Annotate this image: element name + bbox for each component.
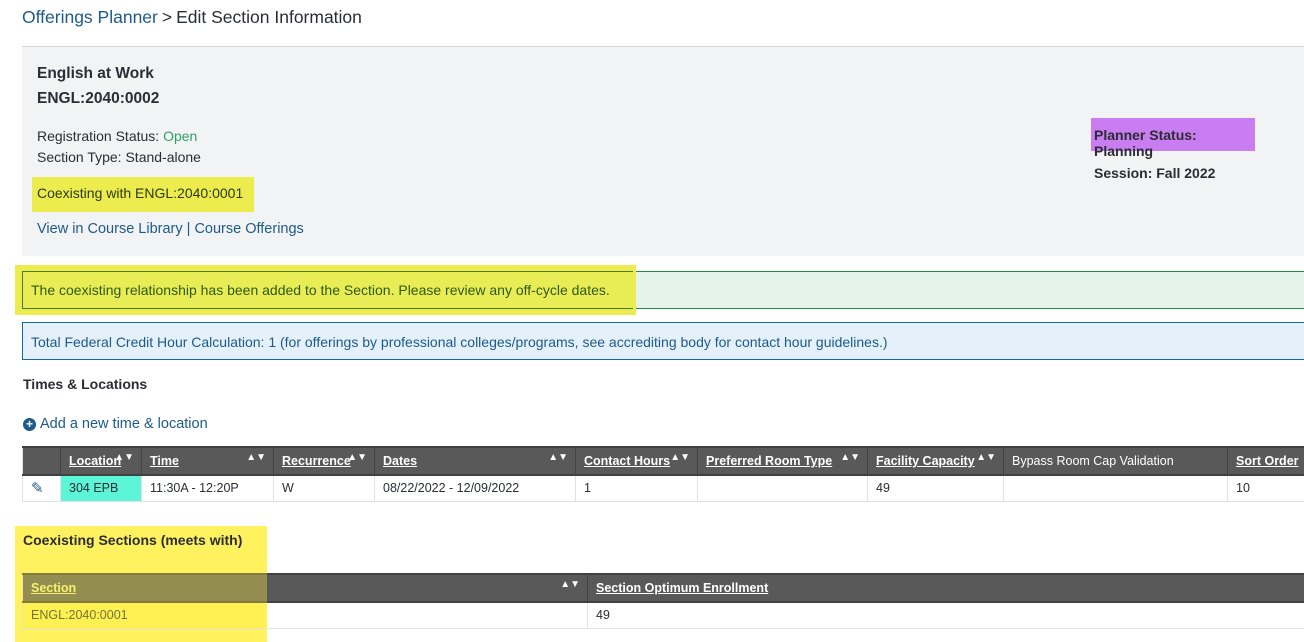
breadcrumb: Offerings Planner > Edit Section Informati…	[22, 7, 362, 28]
view-in-course-library-link[interactable]: View in Course Library	[37, 221, 183, 237]
section-type: Section Type: Stand-alone	[37, 149, 201, 165]
link-separator: |	[186, 221, 191, 237]
edit-column-header	[22, 446, 61, 476]
column-header-recurrence[interactable]: Recurrence ▲▼	[273, 446, 375, 476]
sort-icon: ▲▼	[347, 452, 367, 463]
recurrence-cell: W	[273, 475, 375, 502]
times-locations-heading: Times & Locations	[23, 376, 148, 392]
sort-icon: ▲▼	[114, 452, 134, 463]
column-header-time[interactable]: Time ▲▼	[141, 446, 274, 476]
column-header-sort-order[interactable]: Sort Order	[1227, 446, 1304, 476]
location-cell: 304 EPB	[60, 475, 142, 502]
coexisting-sections-table: Section ▲▼ Section Optimum Enrollment ENG…	[22, 573, 1304, 629]
section-code: ENGL:2040:0002	[37, 90, 160, 107]
coexisting-sections-heading: Coexisting Sections (meets with)	[23, 532, 243, 548]
sort-icon: ▲▼	[840, 452, 860, 463]
sort-icon: ▲▼	[246, 452, 266, 463]
table-header-row: Location ▲▼ Time ▲▼ Recurrence ▲▼ Dates ▲▼ C…	[22, 446, 1304, 476]
column-header-dates[interactable]: Dates ▲▼	[374, 446, 576, 476]
bypass-room-cap-cell	[1003, 475, 1228, 502]
pencil-edit-icon[interactable]: ✎	[31, 480, 44, 497]
add-time-location-label: Add a new time & location	[40, 416, 208, 432]
coexisting-with-highlight: Coexisting with ENGL:2040:0001	[32, 177, 254, 212]
table-row: ✎ 304 EPB 11:30A - 12:20P W 08/22/2022 -…	[22, 475, 1304, 502]
session-label: Session: Fall 2022	[1094, 165, 1216, 181]
plus-circle-icon: +	[23, 417, 36, 431]
sort-icon: ▲▼	[548, 452, 568, 463]
registration-status: Registration Status: Open	[37, 128, 197, 144]
course-title: English at Work	[37, 65, 154, 82]
section-summary-card: English at Work ENGL:2040:0002 Registrat…	[22, 46, 1304, 256]
column-header-section[interactable]: Section ▲▼	[22, 573, 588, 603]
registration-status-value: Open	[163, 128, 198, 144]
time-cell: 11:30A - 12:20P	[141, 475, 274, 502]
column-header-bypass-room-cap: Bypass Room Cap Validation	[1003, 446, 1228, 476]
course-offerings-link[interactable]: Course Offerings	[194, 221, 303, 237]
optimum-enrollment-cell: 49	[587, 602, 1304, 629]
sort-icon: ▲▼	[670, 452, 690, 463]
times-locations-table: Location ▲▼ Time ▲▼ Recurrence ▲▼ Dates ▲▼ C…	[22, 446, 1304, 502]
edit-cell: ✎	[22, 475, 61, 502]
contact-hours-cell: 1	[575, 475, 698, 502]
column-header-preferred-room-type[interactable]: Preferred Room Type ▲▼	[697, 446, 868, 476]
facility-capacity-cell: 49	[867, 475, 1004, 502]
column-header-optimum-enrollment[interactable]: Section Optimum Enrollment	[587, 573, 1304, 603]
section-cell: ENGL:2040:0001	[22, 602, 588, 629]
registration-status-label: Registration Status:	[37, 128, 160, 144]
dates-cell: 08/22/2022 - 12/09/2022	[374, 475, 576, 502]
breadcrumb-offerings-planner-link[interactable]: Offerings Planner	[22, 7, 158, 27]
preferred-room-type-cell	[697, 475, 868, 502]
section-links: View in Course Library | Course Offering…	[37, 221, 304, 237]
column-header-facility-capacity[interactable]: Facility Capacity ▲▼	[867, 446, 1004, 476]
planner-status-badge: Planner Status: Planning	[1091, 118, 1255, 159]
success-alert-message: The coexisting relationship has been add…	[22, 271, 633, 309]
add-time-location-link[interactable]: + Add a new time & location	[23, 416, 208, 432]
sort-icon: ▲▼	[976, 452, 996, 463]
breadcrumb-current: Edit Section Information	[176, 7, 362, 27]
table-header-row: Section ▲▼ Section Optimum Enrollment	[22, 573, 1304, 603]
sort-icon: ▲▼	[560, 579, 580, 590]
credit-hour-info-alert: Total Federal Credit Hour Calculation: 1…	[22, 322, 1304, 360]
breadcrumb-separator: >	[161, 7, 173, 27]
sort-order-cell: 10	[1227, 475, 1304, 502]
column-header-contact-hours[interactable]: Contact Hours ▲▼	[575, 446, 698, 476]
column-header-location[interactable]: Location ▲▼	[60, 446, 142, 476]
table-row: ENGL:2040:0001 49	[22, 602, 1304, 629]
